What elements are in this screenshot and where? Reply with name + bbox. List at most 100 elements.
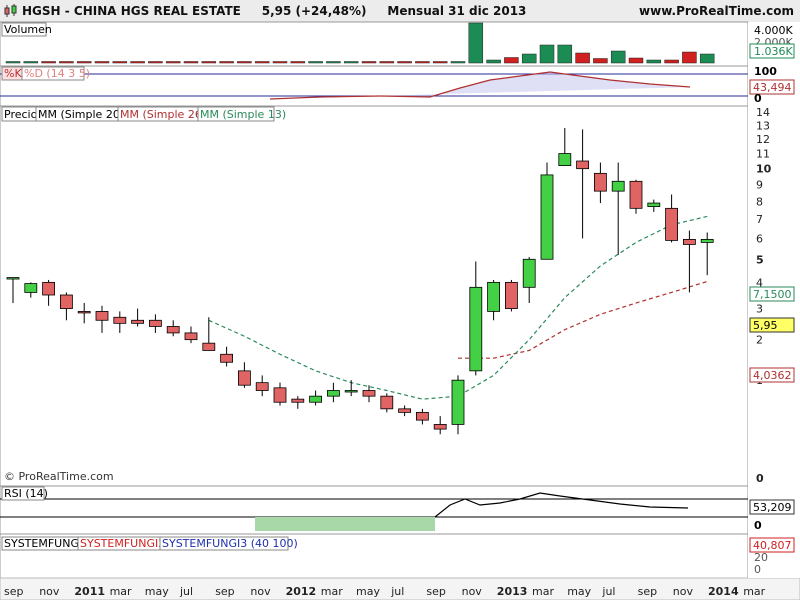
- system-legend: SYSTEMFUNGI SYSTEMFUNGI2 SYSTEMFUNGI3 (4…: [1, 536, 298, 551]
- candle-body: [700, 238, 714, 243]
- time-tick-label: nov: [250, 585, 271, 598]
- volume-bar: [699, 53, 715, 64]
- volume-bar: [610, 50, 626, 64]
- volume-bar: [361, 61, 377, 64]
- price-tick-label: 12: [756, 133, 770, 146]
- stoch-d-label: %D (14 3 5): [24, 67, 90, 80]
- volume-bar: [415, 61, 430, 64]
- volume-bar: [682, 51, 697, 64]
- volume-value: 1.036K: [754, 45, 793, 58]
- price-tick-label: 9: [756, 179, 763, 192]
- volume-bar: [165, 61, 181, 64]
- time-tick-label: 2012: [286, 585, 317, 598]
- candle-body: [309, 395, 323, 403]
- candle-body: [398, 408, 412, 413]
- volume-bar: [272, 61, 288, 64]
- time-tick-label: sep: [4, 585, 23, 598]
- volume-bar: [112, 61, 128, 64]
- time-tick-label: may: [145, 585, 169, 598]
- volume-bar: [237, 61, 252, 64]
- time-tick-label: nov: [39, 585, 60, 598]
- time-tick-label: 2011: [74, 585, 105, 598]
- time-tick-label: jul: [179, 585, 193, 598]
- time-tick-label: may: [567, 585, 591, 598]
- candle-body: [629, 180, 643, 209]
- candle-body: [95, 311, 109, 321]
- volume-bar: [5, 61, 21, 64]
- candle-body: [647, 202, 661, 207]
- candle-body: [665, 207, 678, 241]
- time-tick-label: nov: [462, 585, 483, 598]
- candle-body: [255, 382, 269, 391]
- time-tick-label: nov: [673, 585, 694, 598]
- price-tick-label: 14: [756, 106, 770, 119]
- candle-body: [6, 277, 20, 280]
- volume-bar: [343, 61, 359, 64]
- price-label: Precio: [4, 108, 38, 121]
- price-tick-label: 10: [756, 163, 772, 176]
- chart-canvas[interactable]: 01234567891011121314 sepnov2011marmayjul…: [0, 0, 800, 600]
- volume-bar: [450, 61, 466, 64]
- candle-body: [42, 281, 55, 296]
- price-tick-label: 0: [756, 472, 764, 485]
- candle-body: [24, 283, 38, 293]
- system3-label: SYSTEMFUNGI3 (40 100): [162, 537, 298, 550]
- time-tick-label: jul: [601, 585, 615, 598]
- volume-bar: [593, 58, 608, 64]
- candle-body: [611, 180, 625, 192]
- system1-label: SYSTEMFUNGI: [4, 537, 82, 550]
- volume-bar: [397, 61, 412, 64]
- candle-body: [380, 395, 394, 410]
- volume-bar: [628, 57, 644, 64]
- price-panel: [0, 105, 749, 487]
- candle-body: [558, 153, 572, 166]
- candle-body: [594, 172, 607, 192]
- system-tick-0: 0: [754, 563, 761, 576]
- volume-bar: [557, 44, 573, 64]
- price-tick-label: 8: [756, 195, 763, 208]
- time-tick-label: sep: [638, 585, 657, 598]
- candle-body: [273, 387, 287, 403]
- price-tick-label: 3: [756, 303, 763, 316]
- volume-bar: [148, 61, 163, 64]
- price-legend: Precio MM (Simple 200) MM (Simple 26) MM…: [1, 106, 286, 122]
- volume-bar: [23, 61, 39, 64]
- candle-body: [77, 311, 91, 314]
- price-tick-label: 11: [756, 148, 770, 161]
- time-tick-label: mar: [321, 585, 343, 598]
- time-tick-label: sep: [215, 585, 234, 598]
- volume-bar: [94, 61, 110, 64]
- mm26-label: MM (Simple 26): [120, 108, 206, 121]
- volume-bar: [468, 22, 484, 64]
- candle-body: [487, 281, 501, 312]
- stoch-tick-100: 100: [754, 65, 777, 78]
- last-price: 5,95: [753, 319, 778, 332]
- watermark: © ProRealTime.com: [4, 470, 114, 483]
- volume-bar: [539, 44, 555, 64]
- candle-body: [576, 160, 589, 170]
- rsi-tick-0: 0: [754, 519, 762, 532]
- candle-body: [522, 258, 536, 288]
- candle-body: [291, 398, 305, 403]
- volume-bar: [219, 61, 234, 64]
- volume-bar: [308, 61, 323, 64]
- candle-body: [148, 319, 162, 327]
- volume-bar: [521, 53, 537, 64]
- candle-body: [113, 316, 127, 324]
- time-tick-label: mar: [743, 585, 765, 598]
- rsi-legend: RSI (14): [1, 486, 48, 501]
- price-tick-label: 6: [756, 232, 763, 245]
- time-tick-label: mar: [532, 585, 554, 598]
- volume-bar: [504, 57, 519, 64]
- candle-body: [683, 238, 696, 245]
- time-tick-label: may: [356, 585, 380, 598]
- volume-bar: [486, 59, 501, 64]
- volume-bar: [290, 61, 306, 64]
- time-tick-label: mar: [110, 585, 132, 598]
- price-tick-label: 5: [756, 253, 764, 266]
- candle-body: [60, 294, 73, 309]
- candle-body: [326, 390, 340, 397]
- candle-body: [202, 342, 216, 351]
- time-tick-label: 2014: [708, 585, 739, 598]
- stoch-legend: %K %D (14 3 5): [1, 66, 90, 81]
